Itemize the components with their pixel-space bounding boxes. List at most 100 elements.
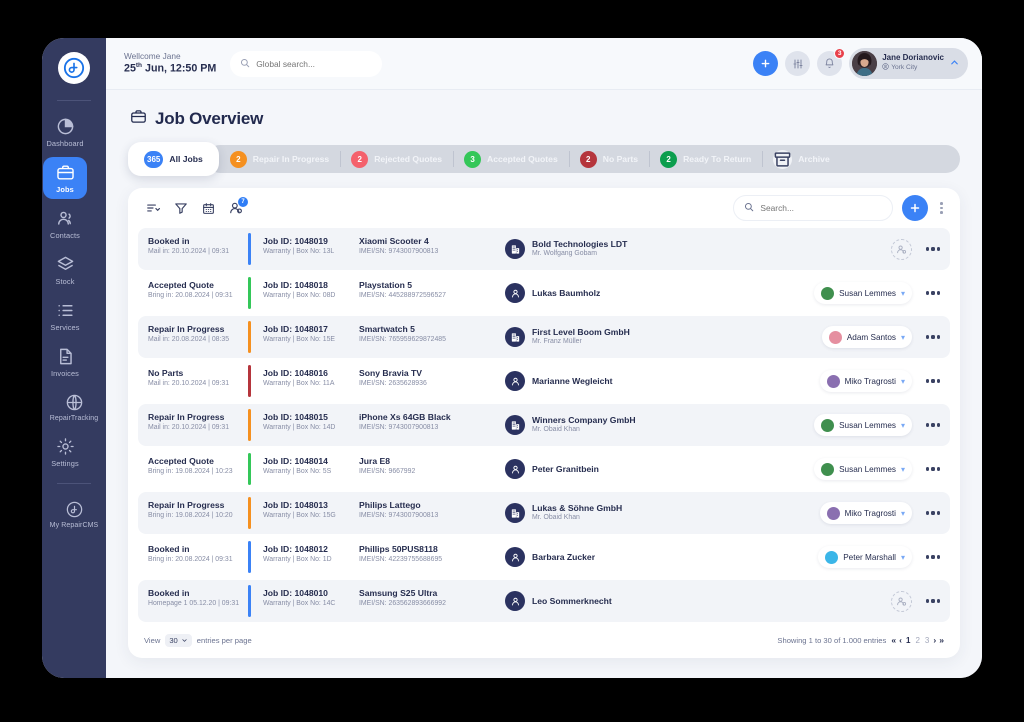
table-row[interactable]: Booked in Homepage 1 05.12.20 | 09:31 Job …	[138, 580, 950, 622]
status-tab-label: Accepted Quotes	[487, 154, 558, 164]
row-more-menu[interactable]	[924, 375, 942, 386]
company-icon	[505, 415, 525, 435]
cell-customer: Barbara Zucker	[499, 536, 788, 578]
welcome-datetime: 25th Jun, 12:50 PM	[124, 61, 217, 75]
row-more-menu[interactable]	[924, 243, 942, 254]
user-menu[interactable]: Jane Dorianovic York City	[849, 48, 968, 79]
chevron-down-icon[interactable]: ▾	[901, 333, 905, 342]
status-tab-label: Archive	[798, 154, 830, 164]
row-more-menu[interactable]	[924, 419, 942, 430]
pagination-buttons: « ‹ 1 2 3 › »	[891, 635, 944, 645]
assignee-chip[interactable]: Peter Marshall ▾	[818, 546, 912, 568]
header-add-button[interactable]	[753, 51, 779, 76]
row-more-menu[interactable]	[924, 595, 942, 606]
status-tab-ready-to-return[interactable]: 2 Ready To Return	[649, 142, 762, 176]
cell-actions	[916, 316, 950, 358]
customer-name: Lukas Baumholz	[532, 287, 601, 298]
table-toolbar: 7	[128, 188, 960, 228]
table-row[interactable]: Booked in Mail in: 20.10.2024 | 09:31 Job …	[138, 228, 950, 270]
global-search[interactable]	[230, 50, 383, 77]
filter-icon[interactable]	[174, 201, 188, 215]
page-title: Job Overview	[130, 108, 960, 130]
customer-text: Leo Sommerknecht	[532, 596, 612, 607]
row-more-menu[interactable]	[924, 287, 942, 298]
assignee-chip[interactable]: Susan Lemmes ▾	[814, 282, 912, 304]
first-page-button[interactable]: «	[891, 635, 896, 645]
add-job-button[interactable]	[902, 195, 929, 221]
device-name: Phillips 50PUS8118	[359, 544, 438, 554]
status-text: Repair In Progress	[148, 500, 225, 510]
sidebar-item-contacts[interactable]: Contacts	[43, 203, 87, 245]
last-page-button[interactable]: »	[939, 635, 944, 645]
header-settings-button[interactable]	[785, 51, 811, 76]
chevron-down-icon[interactable]: ▾	[901, 377, 905, 386]
table-row[interactable]: Repair In Progress Mail in: 20.08.2024 | …	[138, 316, 950, 358]
row-more-menu[interactable]	[924, 463, 942, 474]
per-page-suffix: entries per page	[196, 635, 252, 645]
row-more-menu[interactable]	[924, 331, 942, 342]
sidebar-item-services[interactable]: Services	[43, 295, 87, 337]
cell-actions	[916, 492, 950, 534]
assign-user-icon[interactable]: 7	[229, 197, 248, 215]
sidebar-item-label: RepairTracking	[49, 415, 99, 422]
assignee-chip[interactable]: Miko Tragrosti ▾	[819, 502, 912, 524]
device-name: Smartwatch 5	[359, 324, 415, 334]
sidebar-item-repairtracking[interactable]: RepairTracking	[43, 387, 105, 427]
assign-user-button[interactable]	[891, 590, 912, 612]
sidebar-item-jobs[interactable]: Jobs	[43, 157, 87, 199]
cell-status: Booked in Bring in: 20.08.2024 | 09:31	[138, 536, 248, 578]
table-search-input[interactable]	[760, 203, 883, 213]
status-tab-archive[interactable]: Archive	[762, 142, 841, 176]
page-1-button[interactable]: 1	[905, 636, 911, 645]
chevron-down-icon[interactable]: ▾	[901, 465, 905, 474]
customer-text: Lukas Baumholz	[532, 288, 600, 299]
repaircms-logo-icon[interactable]	[58, 52, 90, 84]
per-page-select[interactable]: 30	[165, 633, 192, 647]
table-row[interactable]: No Parts Mail in: 20.10.2024 | 09:31 Job I…	[138, 360, 950, 402]
assignee-chip[interactable]: Adam Santos ▾	[821, 326, 912, 348]
page-3-button[interactable]: 3	[924, 636, 930, 645]
chevron-down-icon[interactable]: ▾	[901, 509, 905, 518]
status-tab-rejected-quotes[interactable]: 2 Rejected Quotes	[340, 142, 453, 176]
status-tab-no-parts[interactable]: 2 No Parts	[568, 142, 649, 176]
status-tab-repair-in-progress[interactable]: 2 Repair In Progress	[219, 142, 340, 176]
status-text: Booked in	[148, 588, 190, 598]
jobs-row-list: Booked in Mail in: 20.10.2024 | 09:31 Job …	[128, 228, 960, 622]
assignee-chip[interactable]: Susan Lemmes ▾	[814, 414, 912, 436]
assignee-chip[interactable]: Miko Tragrosti ▾	[819, 370, 912, 392]
table-row[interactable]: Repair In Progress Mail in: 20.10.2024 | …	[138, 404, 950, 446]
status-subtext: Bring in: 19.08.2024 | 10:20	[148, 512, 233, 519]
sidebar-item-dashboard[interactable]: Dashboard	[43, 111, 87, 153]
row-more-menu[interactable]	[924, 551, 942, 562]
table-row[interactable]: Accepted Quote Bring in: 19.08.2024 | 10:…	[138, 448, 950, 490]
status-tab-accepted-quotes[interactable]: 3 Accepted Quotes	[453, 142, 569, 176]
table-search[interactable]	[733, 195, 894, 221]
device-name: Sony Bravia TV	[359, 368, 423, 378]
global-search-input[interactable]	[256, 58, 373, 69]
status-subtext: Bring in: 19.08.2024 | 10:23	[148, 468, 233, 475]
chevron-down-icon[interactable]: ▾	[901, 289, 905, 298]
calendar-icon[interactable]	[202, 202, 215, 215]
row-more-menu[interactable]	[924, 507, 942, 518]
repaircms-badge-icon	[65, 500, 84, 519]
table-more-menu[interactable]	[937, 199, 946, 217]
status-tab-all-jobs[interactable]: 365 All Jobs	[128, 142, 219, 176]
chevron-down-icon[interactable]: ▾	[901, 553, 905, 562]
sort-icon[interactable]	[146, 201, 160, 215]
next-page-button[interactable]: ›	[933, 635, 936, 645]
chevron-up-icon[interactable]	[949, 55, 960, 73]
sidebar-item-my-repaircms[interactable]: My RepairCMS	[43, 494, 105, 534]
table-row[interactable]: Repair In Progress Bring in: 19.08.2024 |…	[138, 492, 950, 534]
sidebar-item-invoices[interactable]: Invoices	[43, 341, 87, 383]
table-row[interactable]: Accepted Quote Bring in: 20.08.2024 | 09:…	[138, 272, 950, 314]
chevron-down-icon[interactable]: ▾	[901, 421, 905, 430]
page-2-button[interactable]: 2	[914, 636, 920, 645]
sidebar-item-stock[interactable]: Stock	[43, 249, 87, 291]
prev-page-button[interactable]: ‹	[899, 635, 902, 645]
assignee-chip[interactable]: Susan Lemmes ▾	[814, 458, 912, 480]
assign-user-button[interactable]	[891, 238, 912, 260]
cell-actions	[916, 448, 950, 490]
header-notifications-button[interactable]: 3	[817, 48, 846, 76]
sidebar-item-settings[interactable]: Settings	[43, 431, 87, 473]
table-row[interactable]: Booked in Bring in: 20.08.2024 | 09:31 Job…	[138, 536, 950, 578]
